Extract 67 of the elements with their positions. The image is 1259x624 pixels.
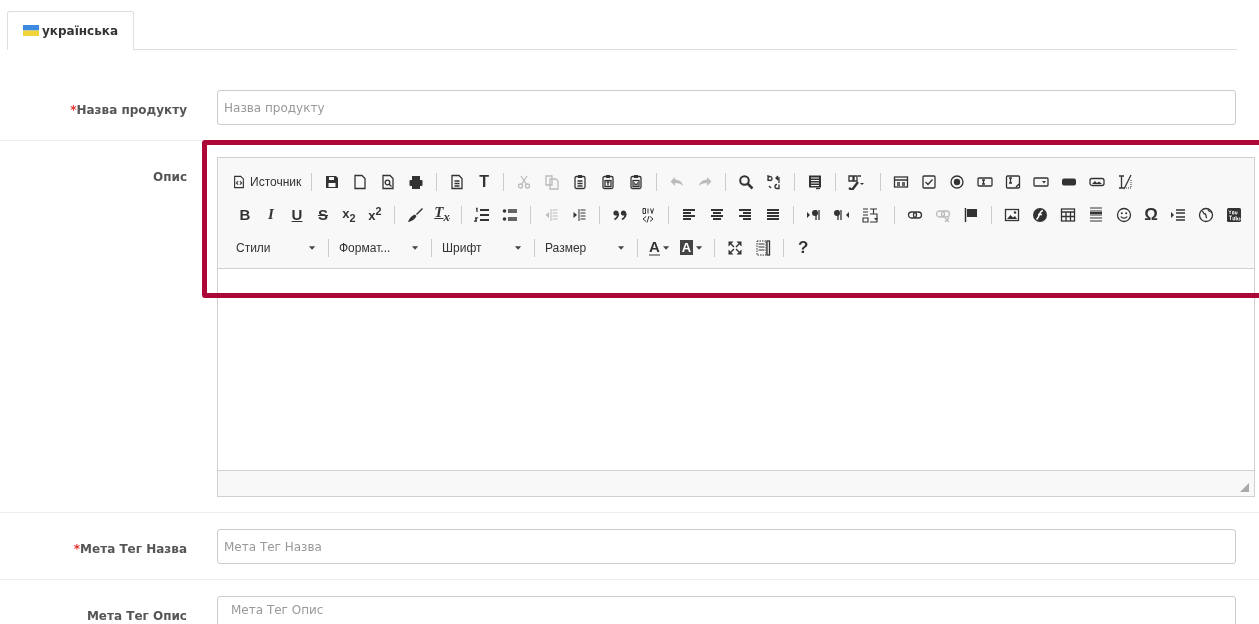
text-field[interactable]: Назва продукту — [217, 90, 1236, 125]
radio-icon[interactable] — [949, 173, 966, 190]
hidden-field-icon[interactable] — [1117, 173, 1134, 190]
indent-icon[interactable] — [571, 206, 587, 223]
show-blocks-icon[interactable] — [755, 239, 772, 256]
big-t-button[interactable]: T — [476, 172, 493, 191]
smiley-icon[interactable] — [1116, 206, 1132, 223]
caret-icon[interactable] — [309, 245, 316, 250]
remove-format-button[interactable]: T$_{x}$ — [434, 204, 450, 225]
field-label: Опис — [153, 170, 187, 184]
templates-icon[interactable] — [449, 173, 466, 190]
save-icon[interactable] — [324, 173, 341, 190]
caret-icon[interactable] — [618, 245, 625, 250]
image-icon[interactable] — [1004, 206, 1020, 223]
dropdown-combo[interactable]: Шрифт — [438, 240, 528, 255]
form-icon[interactable] — [893, 173, 910, 190]
bulleted-list-icon[interactable] — [502, 206, 518, 223]
dropdown-combo[interactable]: Формат... — [335, 240, 425, 255]
maximize-icon[interactable] — [727, 239, 744, 256]
source-icon[interactable] — [232, 174, 246, 189]
flash-icon[interactable] — [1032, 206, 1048, 223]
caret-icon[interactable] — [696, 245, 704, 250]
caret-icon[interactable] — [515, 245, 522, 250]
caret-icon[interactable] — [412, 245, 419, 250]
field-label: *Мета Тег Назва — [73, 542, 187, 556]
resize-handle-icon[interactable] — [1240, 483, 1249, 492]
div-icon[interactable] — [640, 206, 656, 223]
superscript-button[interactable]: x$^{2}$ — [367, 205, 383, 224]
checkbox-icon[interactable] — [921, 173, 938, 190]
underline-button[interactable]: U — [289, 206, 305, 223]
select-all-icon[interactable] — [807, 173, 824, 190]
subscript-button[interactable]: x$_{2}$ — [341, 205, 357, 224]
search-icon[interactable] — [738, 173, 755, 190]
page-break-icon[interactable] — [1170, 206, 1186, 223]
align-center-icon[interactable] — [709, 206, 725, 223]
horizontal-rule-icon[interactable] — [1088, 206, 1104, 223]
numbered-list-icon[interactable] — [474, 206, 490, 223]
align-right-icon[interactable] — [737, 206, 753, 223]
video-icon[interactable] — [1226, 206, 1242, 223]
paste-text-icon[interactable] — [600, 173, 617, 190]
textarea-icon[interactable] — [1005, 173, 1022, 190]
language-tab[interactable]: українська — [7, 11, 134, 50]
new-page-icon[interactable] — [352, 173, 369, 190]
dropdown-combo[interactable]: Стили — [232, 240, 322, 255]
brush-icon[interactable] — [407, 206, 423, 223]
editor-content-area[interactable] — [218, 269, 1254, 470]
bold-button[interactable]: B — [237, 206, 253, 223]
text-field[interactable]: Мета Тег Назва — [217, 529, 1236, 564]
text-area[interactable]: Мета Тег Опис — [217, 596, 1236, 624]
help-button[interactable]: ? — [795, 237, 812, 258]
source-button[interactable]: Источник — [232, 174, 302, 189]
field-label: *Назва продукту — [70, 103, 187, 117]
preview-icon[interactable] — [380, 173, 397, 190]
paste-word-icon[interactable] — [628, 173, 645, 190]
strike-button[interactable]: S — [315, 206, 331, 223]
text-color-button[interactable]: A — [649, 239, 670, 256]
flag-icon[interactable] — [963, 206, 979, 223]
omega-button[interactable]: Ω — [1143, 204, 1159, 225]
dropdown-combo[interactable]: Размер — [541, 240, 631, 255]
table-icon[interactable] — [1060, 206, 1076, 223]
field-label: Мета Тег Опис — [86, 609, 187, 623]
align-justify-icon[interactable] — [765, 206, 781, 223]
paste-icon[interactable] — [572, 173, 589, 190]
caret-icon[interactable] — [662, 245, 670, 250]
flag-icon — [23, 25, 39, 36]
italic-button[interactable]: I — [263, 206, 279, 223]
align-left-icon[interactable] — [681, 206, 697, 223]
